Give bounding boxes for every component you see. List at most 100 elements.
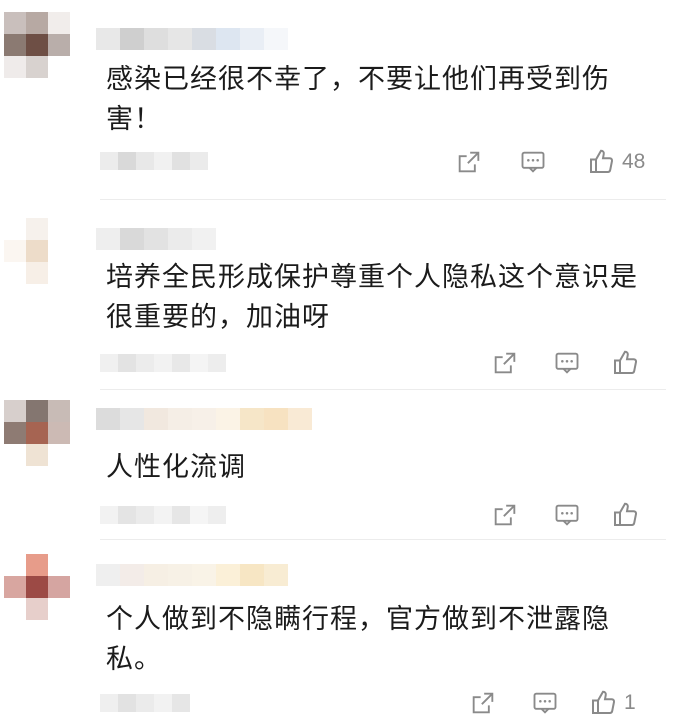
share-button[interactable] <box>488 498 522 532</box>
comment-actions: 1 <box>466 686 636 720</box>
like-button[interactable]: 1 <box>588 688 636 718</box>
comment-item: 个人做到不隐瞒行程，官方做到不泄露隐私。 1 <box>0 540 686 726</box>
thumbs-up-icon <box>590 149 614 173</box>
share-button[interactable] <box>488 346 522 380</box>
avatar-pixel <box>26 218 48 240</box>
avatar-pixel <box>26 444 48 466</box>
username-pixel <box>192 28 216 50</box>
meta-pixel <box>172 506 190 524</box>
meta-pixel <box>154 694 172 712</box>
meta-pixel <box>136 506 154 524</box>
meta-pixel <box>136 354 154 372</box>
comment-item: 感染已经很不幸了，不要让他们再受到伤害！ 48 <box>0 0 686 200</box>
share-icon <box>494 352 516 374</box>
meta-pixel <box>154 506 172 524</box>
username-redacted[interactable] <box>96 228 216 250</box>
meta-pixel <box>136 152 154 170</box>
like-button[interactable] <box>610 348 646 378</box>
meta-pixel <box>118 152 136 170</box>
comment-actions: 48 <box>452 145 645 179</box>
avatar-pixel <box>48 12 70 34</box>
comment-icon <box>555 352 579 374</box>
comment-button[interactable] <box>516 145 550 179</box>
meta-pixel <box>208 354 226 372</box>
share-icon <box>458 151 480 173</box>
comment-actions <box>488 498 646 532</box>
avatar-pixel <box>26 422 48 444</box>
avatar-pixel <box>4 554 26 576</box>
avatar-pixel <box>4 576 26 598</box>
username-pixel <box>240 28 264 50</box>
avatar[interactable] <box>4 554 70 642</box>
meta-pixel <box>100 506 118 524</box>
username-pixel <box>168 564 192 586</box>
username-pixel <box>216 408 240 430</box>
meta-pixel <box>118 354 136 372</box>
avatar-pixel <box>4 422 26 444</box>
comment-actions <box>488 346 646 380</box>
meta-pixel <box>190 506 208 524</box>
comment-icon <box>521 151 545 173</box>
username-pixel <box>144 28 168 50</box>
username-pixel <box>96 408 120 430</box>
like-button[interactable]: 48 <box>586 147 645 177</box>
avatar[interactable] <box>4 218 70 306</box>
meta-pixel <box>118 506 136 524</box>
thumbs-up-icon <box>614 350 638 374</box>
avatar[interactable] <box>4 400 70 488</box>
meta-pixel <box>172 694 190 712</box>
avatar-pixel <box>48 34 70 56</box>
username-pixel <box>264 564 288 586</box>
comment-meta-redacted <box>100 506 226 524</box>
username-pixel <box>168 228 192 250</box>
comment-button[interactable] <box>550 498 584 532</box>
meta-pixel <box>154 354 172 372</box>
avatar-pixel <box>26 262 48 284</box>
meta-pixel <box>172 152 190 170</box>
avatar-pixel <box>4 400 26 422</box>
comment-button[interactable] <box>528 686 562 720</box>
username-redacted[interactable] <box>96 564 288 586</box>
share-button[interactable] <box>466 686 500 720</box>
meta-pixel <box>172 354 190 372</box>
username-pixel <box>264 408 288 430</box>
avatar-pixel <box>4 218 26 240</box>
avatar-pixel <box>48 422 70 444</box>
username-pixel <box>120 228 144 250</box>
meta-pixel <box>208 506 226 524</box>
avatar-pixel <box>26 240 48 262</box>
avatar-pixel <box>4 34 26 56</box>
comment-meta-redacted <box>100 694 190 712</box>
avatar-pixel <box>48 576 70 598</box>
username-pixel <box>264 28 288 50</box>
comment-button[interactable] <box>550 346 584 380</box>
meta-pixel <box>190 152 208 170</box>
username-pixel <box>144 228 168 250</box>
like-button[interactable] <box>610 500 646 530</box>
avatar-pixel <box>48 262 70 284</box>
username-redacted[interactable] <box>96 408 312 430</box>
username-redacted[interactable] <box>96 28 288 50</box>
comment-text: 人性化流调 <box>106 452 246 483</box>
username-pixel <box>144 408 168 430</box>
share-icon <box>472 692 494 714</box>
meta-pixel <box>136 694 154 712</box>
meta-pixel <box>190 354 208 372</box>
comment-text: 培养全民形成保护尊重个人隐私这个意识是很重要的，加油呀 <box>106 262 638 333</box>
share-button[interactable] <box>452 145 486 179</box>
avatar-pixel <box>4 240 26 262</box>
avatar[interactable] <box>4 12 70 100</box>
username-pixel <box>96 28 120 50</box>
avatar-pixel <box>4 56 26 78</box>
meta-pixel <box>154 152 172 170</box>
avatar-pixel <box>4 444 26 466</box>
avatar-pixel <box>26 554 48 576</box>
avatar-pixel <box>48 444 70 466</box>
avatar-pixel <box>48 400 70 422</box>
username-pixel <box>168 408 192 430</box>
comment-text: 个人做到不隐瞒行程，官方做到不泄露隐私。 <box>106 604 610 675</box>
meta-pixel <box>100 694 118 712</box>
username-pixel <box>216 28 240 50</box>
username-pixel <box>144 564 168 586</box>
comment-icon <box>555 504 579 526</box>
